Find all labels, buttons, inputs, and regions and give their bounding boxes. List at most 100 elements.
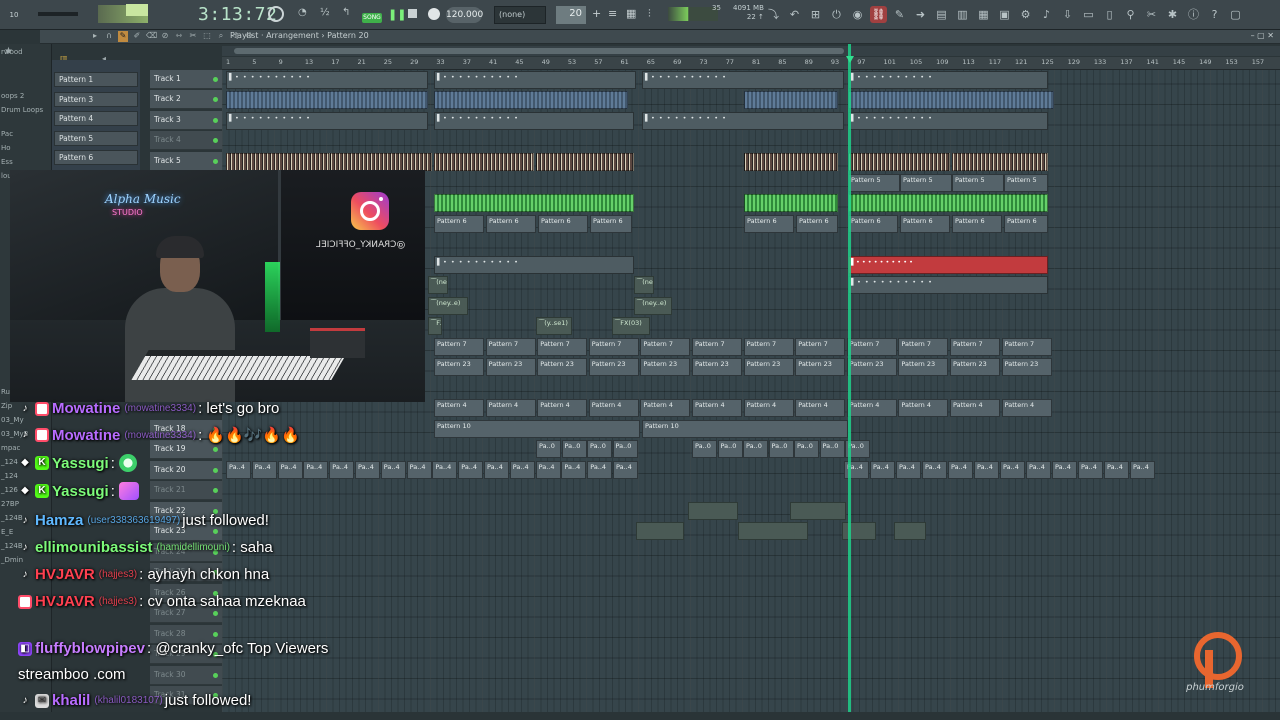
pattern-clip[interactable]	[226, 91, 428, 109]
link-icon[interactable]: ⛓	[870, 6, 887, 23]
download-icon[interactable]: ⇩	[1059, 6, 1076, 23]
add-pattern-icon[interactable]: +	[592, 7, 601, 20]
track-header[interactable]: Track 3	[150, 111, 222, 130]
pattern-clip[interactable]: ▌• • • • • • • • • •	[848, 71, 1048, 89]
audio-clip[interactable]	[952, 153, 1048, 171]
pattern-clip[interactable]: Pattern 23	[537, 358, 588, 376]
stop-button[interactable]	[408, 9, 417, 18]
pattern-clip[interactable]: Pattern 5	[1004, 174, 1048, 192]
draw-tool-icon[interactable]: ✎	[118, 31, 128, 42]
audio-clip[interactable]	[848, 153, 950, 171]
mixer-view-icon[interactable]: ▦	[975, 6, 992, 23]
pattern-clip[interactable]: Pa..0	[561, 440, 587, 458]
window-icon[interactable]: ▢	[1227, 6, 1244, 23]
pattern-clip[interactable]: ▌• • • • • • • • • •	[226, 71, 428, 89]
pattern-clip[interactable]: Pattern 5	[900, 174, 952, 192]
pattern-clip[interactable]: Pattern 7	[434, 338, 484, 356]
pattern-clip[interactable]: ▌• • • • • • • • • •	[642, 71, 844, 89]
pattern-clip[interactable]: Pattern 6	[796, 215, 838, 233]
pattern-clip[interactable]: Pa..4	[922, 461, 947, 479]
timeline-ruler[interactable]: 1 5 9 13 17 21 25 29 33 37 41 45 49 53 57 61 65 69 73 77 81 8…	[222, 57, 1280, 70]
step-edit-icon[interactable]: ½	[320, 7, 330, 18]
pattern-clip[interactable]: ▌• • • • • • • • • •	[434, 71, 636, 89]
scrollbar-thumb[interactable]	[234, 48, 844, 54]
audio-clip[interactable]	[790, 502, 846, 520]
browser-item[interactable]: Ess	[1, 158, 13, 166]
track-mute-led[interactable]	[213, 138, 218, 143]
pattern-number[interactable]: 20	[556, 6, 586, 24]
pattern-clip[interactable]: Pa..0	[794, 440, 819, 458]
zoom-tool-icon[interactable]: ⌕	[216, 31, 226, 42]
pattern-clip[interactable]: Pa..0	[743, 440, 768, 458]
pattern-clip[interactable]: Pattern 6	[590, 215, 632, 233]
audio-clip[interactable]	[434, 194, 634, 212]
audio-clip[interactable]	[744, 153, 838, 171]
audio-clip[interactable]: ⁀FX(03)	[428, 317, 442, 335]
browser-item[interactable]: Drum Loops	[1, 106, 43, 114]
track-header[interactable]: Track 5	[150, 152, 222, 171]
pattern-clip[interactable]: Pattern 7	[1001, 338, 1052, 356]
audio-clip[interactable]	[688, 502, 738, 520]
audio-clip[interactable]	[738, 522, 808, 540]
pattern-clip[interactable]: Pattern 4	[485, 399, 536, 417]
song-mode-button[interactable]: SONG	[362, 13, 382, 23]
pattern-clip[interactable]: Pa..0	[768, 440, 794, 458]
pattern-selector[interactable]: (none)	[494, 6, 546, 24]
file-icon[interactable]: ▯	[1101, 6, 1118, 23]
pattern-clip[interactable]: Pattern 10	[434, 420, 640, 438]
slip-tool-icon[interactable]: ⇿	[174, 31, 184, 42]
pattern-clip[interactable]: Pa..0	[819, 440, 845, 458]
pattern-clip[interactable]: Pattern 6	[848, 215, 898, 233]
pattern-clip[interactable]: Pa..4	[1052, 461, 1077, 479]
browser-item[interactable]: Pac	[1, 130, 13, 138]
pattern-clip[interactable]	[848, 91, 1054, 109]
tempo-display[interactable]: 120.000	[446, 7, 483, 23]
mixer-icon[interactable]: ⫶	[648, 7, 651, 21]
audio-clip[interactable]	[330, 153, 432, 171]
pattern-clip[interactable]: Pa..4	[870, 461, 895, 479]
pattern-clip[interactable]: Pattern 4	[1001, 399, 1052, 417]
channel-rack-icon[interactable]: ▦	[626, 7, 636, 20]
pattern-clip[interactable]: ▌• • • • • • • • • •	[434, 256, 634, 274]
pattern-clip[interactable]: Pa..4	[1104, 461, 1129, 479]
pattern-clip[interactable]: Pa..4	[948, 461, 973, 479]
browser-icon[interactable]: ▣	[996, 6, 1013, 23]
pattern-item[interactable]: Pattern 1	[54, 72, 138, 87]
pattern-clip[interactable]: Pattern 6	[538, 215, 588, 233]
mic-icon[interactable]: ♪	[1038, 6, 1055, 23]
pattern-clip[interactable]: Pattern 7	[640, 338, 691, 356]
plug-icon[interactable]: ⚲	[1122, 6, 1139, 23]
pattern-clip[interactable]: Pattern 7	[950, 338, 1000, 356]
undo-icon[interactable]: ↶	[786, 6, 803, 23]
pattern-clip[interactable]: Pattern 23	[1001, 358, 1052, 376]
settings-icon[interactable]: ✱	[1164, 6, 1181, 23]
power-icon[interactable]: ⏻	[828, 6, 845, 23]
pattern-clip[interactable]: Pattern 23	[743, 358, 794, 376]
track-mute-led[interactable]	[213, 97, 218, 102]
pattern-clip[interactable]: Pattern 10	[642, 420, 848, 438]
pattern-clip[interactable]: Pattern 4	[640, 399, 691, 417]
playhead-marker[interactable]	[846, 56, 854, 63]
pattern-clip[interactable]: ▌• • • • • • • • • •	[848, 256, 1048, 274]
pattern-clip[interactable]: Pattern 7	[795, 338, 846, 356]
pattern-clip[interactable]	[744, 91, 838, 109]
pattern-clip[interactable]: Pattern 23	[485, 358, 536, 376]
pattern-clip[interactable]: Pattern 7	[743, 338, 794, 356]
pattern-clip[interactable]: Pa..4	[561, 461, 587, 479]
pattern-clip[interactable]: Pattern 23	[950, 358, 1000, 376]
pattern-item[interactable]: Pattern 4	[54, 111, 138, 126]
browser-item[interactable]: oops 2	[1, 92, 24, 100]
record-button[interactable]	[428, 8, 440, 20]
playlist-icon[interactable]: ≡	[608, 7, 617, 20]
pattern-clip[interactable]: Pa..4	[509, 461, 535, 479]
track-mute-led[interactable]	[213, 159, 218, 164]
snap-icon[interactable]: ⤵	[765, 6, 782, 23]
pattern-clip[interactable]: Pattern 23	[898, 358, 949, 376]
pattern-clip[interactable]: Pa..4	[535, 461, 561, 479]
piano-roll-icon[interactable]: ▤	[933, 6, 950, 23]
audio-clip[interactable]	[636, 522, 684, 540]
pattern-clip[interactable]: Pa..4	[1130, 461, 1155, 479]
play-icon[interactable]: ❚❚	[388, 8, 406, 21]
pattern-item[interactable]: Pattern 3	[54, 91, 138, 107]
pattern-clip[interactable]: ▌• • • • • • • • • •	[226, 112, 428, 130]
